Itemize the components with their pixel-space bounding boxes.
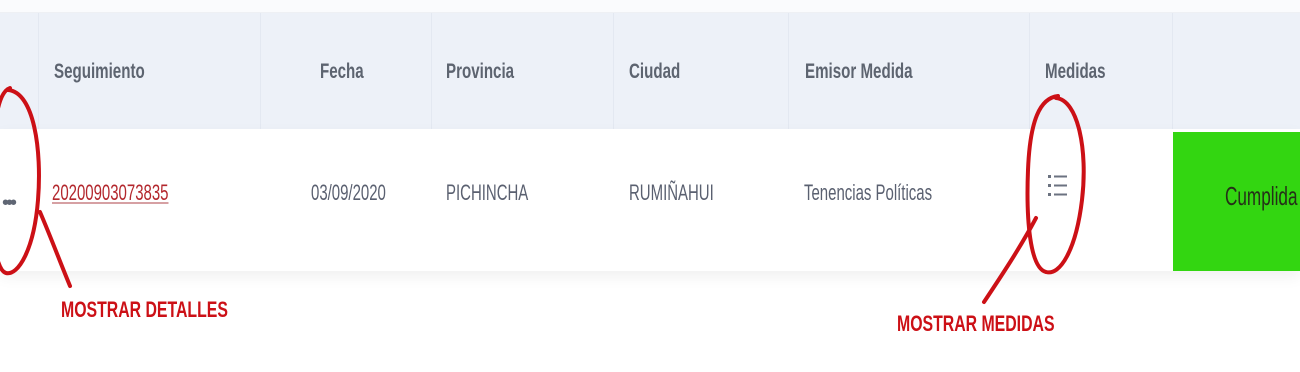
header-fecha: Fecha	[320, 60, 364, 83]
header-medidas: Medidas	[1045, 60, 1106, 83]
header-cell-actions	[0, 13, 39, 129]
list-icon[interactable]	[1047, 171, 1069, 205]
emisor-value: Tenencias Políticas	[804, 180, 933, 205]
header-seguimiento: Seguimiento	[54, 60, 145, 83]
header-emisor-medida: Emisor Medida	[805, 60, 913, 83]
provincia-value: PICHINCHA	[446, 180, 529, 205]
table-row: ••• 20200903073835 03/09/2020 PICHINCHA …	[0, 129, 1300, 271]
page: Seguimiento Fecha Provincia Ciudad Emiso…	[0, 0, 1300, 372]
header-cell-medidas[interactable]: Medidas	[1030, 13, 1173, 129]
header-cell-estado	[1173, 13, 1300, 129]
mostrar-medidas-label: MOSTRAR MEDIDAS	[897, 311, 1055, 336]
tracking-table: Seguimiento Fecha Provincia Ciudad Emiso…	[0, 13, 1300, 271]
header-ciudad: Ciudad	[629, 60, 681, 83]
header-cell-provincia[interactable]: Provincia	[432, 13, 614, 129]
header-cell-seguimiento[interactable]: Seguimiento	[39, 13, 261, 129]
header-cell-ciudad[interactable]: Ciudad	[614, 13, 789, 129]
status-text: Cumplida	[1225, 181, 1298, 211]
status-badge: Cumplida	[1173, 132, 1300, 271]
ciudad-value: RUMIÑAHUI	[629, 180, 714, 205]
mostrar-detalles-label: MOSTRAR DETALLES	[61, 297, 228, 322]
top-strip	[0, 0, 1300, 13]
header-provincia: Provincia	[446, 60, 515, 83]
seguimiento-link[interactable]: 20200903073835	[52, 180, 168, 206]
fecha-value: 03/09/2020	[311, 180, 386, 205]
header-cell-fecha[interactable]: Fecha	[261, 13, 432, 129]
table-header-row: Seguimiento Fecha Provincia Ciudad Emiso…	[0, 13, 1300, 129]
more-dots-icon[interactable]: •••	[2, 192, 17, 215]
header-cell-emisor[interactable]: Emisor Medida	[789, 13, 1030, 129]
